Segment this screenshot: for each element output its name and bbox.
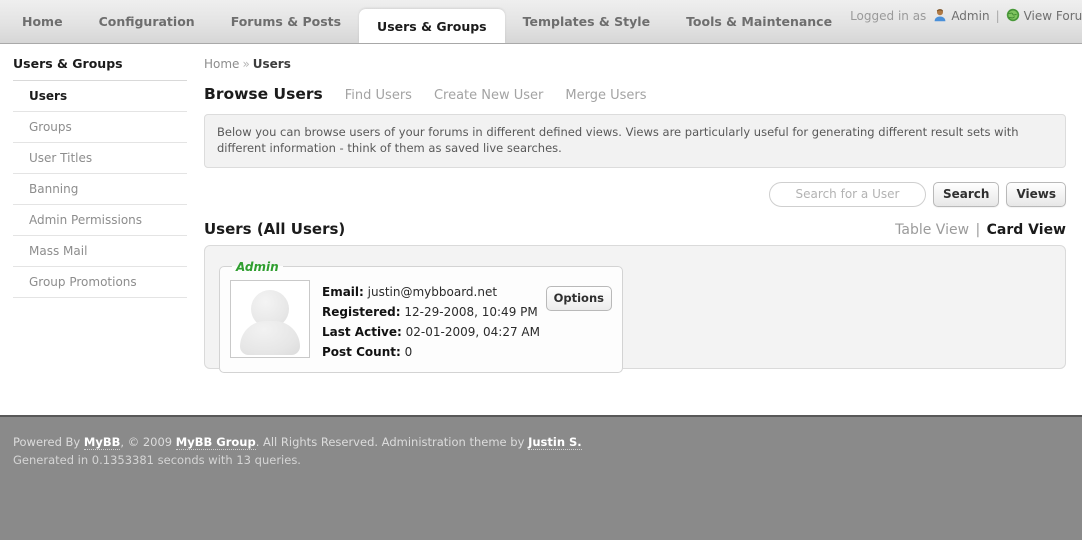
card-view-link[interactable]: Card View [987,222,1066,238]
subtab-find-users[interactable]: Find Users [345,88,412,103]
globe-icon [1006,8,1020,25]
user-registered-row: Registered: 12-29-2008, 10:49 PM [322,302,540,322]
admin-name-link[interactable]: Admin [951,9,989,23]
user-card: Admin Email: justin@mybboard.net Registe… [219,259,623,373]
nav-tab-configuration[interactable]: Configuration [81,0,213,43]
last-active-label: Last Active: [322,325,402,340]
sidebar-item-admin-permissions[interactable]: Admin Permissions [13,205,187,236]
sidebar-item-group-promotions[interactable]: Group Promotions [13,267,187,298]
sidebar-item-groups[interactable]: Groups [13,112,187,143]
subtab-browse-users[interactable]: Browse Users [204,85,323,103]
user-avatar-icon [933,8,947,25]
views-button[interactable]: Views [1006,181,1066,207]
nav-separator-1: | [995,9,1000,23]
user-group-legend: Admin [236,259,279,274]
theme-author-link[interactable]: Justin S. [528,435,582,450]
email-label: Email: [322,284,364,299]
logged-in-label: Logged in as [850,9,927,23]
breadcrumb-home[interactable]: Home [204,57,239,71]
powered-by-text: Powered By [13,435,84,449]
user-email-row: Email: justin@mybboard.net [322,282,540,302]
subtab-create-new-user[interactable]: Create New User [434,88,543,103]
content-area: Home» Users Browse Users Find Users Creat… [200,44,1082,415]
nav-tab-users-groups[interactable]: Users & Groups [359,9,505,43]
account-bar: Logged in as Admin | View Forum | Log Ou… [850,0,1082,43]
user-post-count-row: Post Count: 0 [322,342,540,362]
breadcrumb-current: Users [252,57,291,71]
options-button[interactable]: Options [545,285,612,311]
nav-tab-forums-posts[interactable]: Forums & Posts [213,0,359,43]
mybb-group-link[interactable]: MyBB Group [175,435,256,450]
view-separator: | [975,221,981,238]
sidebar-title: Users & Groups [13,56,187,81]
search-input[interactable] [768,181,926,207]
footer-generation-stats: Generated in 0.1353381 seconds with 13 q… [13,452,301,467]
user-details: Email: justin@mybboard.net Registered: 1… [322,280,540,363]
sub-tabs: Browse Users Find Users Create New User … [204,85,1066,103]
search-button[interactable]: Search [932,181,1000,207]
view-forum-link[interactable]: View Forum [1024,9,1082,23]
copyright-text: , © 2009 [120,435,176,449]
breadcrumb-arrow: » [242,57,250,71]
sidebar: Users & Groups Users Groups User Titles … [0,44,200,415]
search-row: Search Views [204,181,1066,207]
top-navigation-bar: Home Configuration Forums & Posts Users … [0,0,1082,44]
view-switcher: Table View | Card View [895,222,1066,238]
post-count-value: 0 [404,345,413,360]
registered-label: Registered: [322,304,401,319]
last-active-value: 02-01-2009, 04:27 AM [405,325,540,340]
page-body: Users & Groups Users Groups User Titles … [0,44,1082,415]
avatar-body-shape [240,320,300,355]
mybb-link[interactable]: MyBB [83,435,121,450]
users-card-panel: Admin Email: justin@mybboard.net Registe… [204,244,1066,373]
main-nav-tabs: Home Configuration Forums & Posts Users … [4,0,850,43]
subtab-merge-users[interactable]: Merge Users [565,88,646,103]
footer-credits: Powered By MyBB, © 2009 MyBB Group. All … [13,434,1082,452]
nav-tab-tools-maintenance[interactable]: Tools & Maintenance [668,0,850,43]
post-count-label: Post Count: [322,345,401,360]
table-view-link[interactable]: Table View [895,222,969,238]
rights-text: . All Rights Reserved. Administration th… [255,435,529,449]
sidebar-item-user-titles[interactable]: User Titles [13,143,187,174]
avatar [230,279,310,358]
sidebar-item-users[interactable]: Users [13,81,187,112]
page-title: Users (All Users) [204,219,346,238]
breadcrumb: Home» Users [204,57,1066,71]
sidebar-item-mass-mail[interactable]: Mass Mail [13,236,187,267]
registered-value: 12-29-2008, 10:49 PM [404,304,538,319]
description-panel: Below you can browse users of your forum… [204,114,1066,168]
footer: Powered By MyBB, © 2009 MyBB Group. All … [0,415,1082,540]
nav-tab-templates-style[interactable]: Templates & Style [505,0,668,43]
nav-tab-home[interactable]: Home [4,0,81,43]
user-last-active-row: Last Active: 02-01-2009, 04:27 AM [322,322,540,342]
sidebar-item-banning[interactable]: Banning [13,174,187,205]
email-value: justin@mybboard.net [367,284,498,299]
users-header-row: Users (All Users) Table View | Card View [204,220,1066,238]
